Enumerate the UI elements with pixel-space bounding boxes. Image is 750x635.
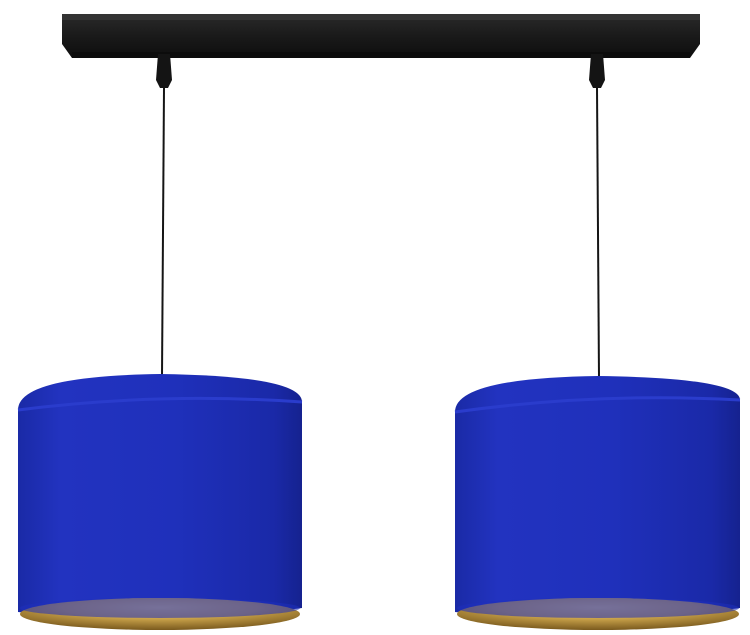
pendant-lamp-photo <box>17 14 741 630</box>
lamp-shade-right <box>454 376 741 630</box>
cord-left <box>156 54 172 377</box>
ceiling-canopy <box>62 14 700 58</box>
lamp-shade-left <box>17 374 303 630</box>
cord-right <box>589 54 605 379</box>
